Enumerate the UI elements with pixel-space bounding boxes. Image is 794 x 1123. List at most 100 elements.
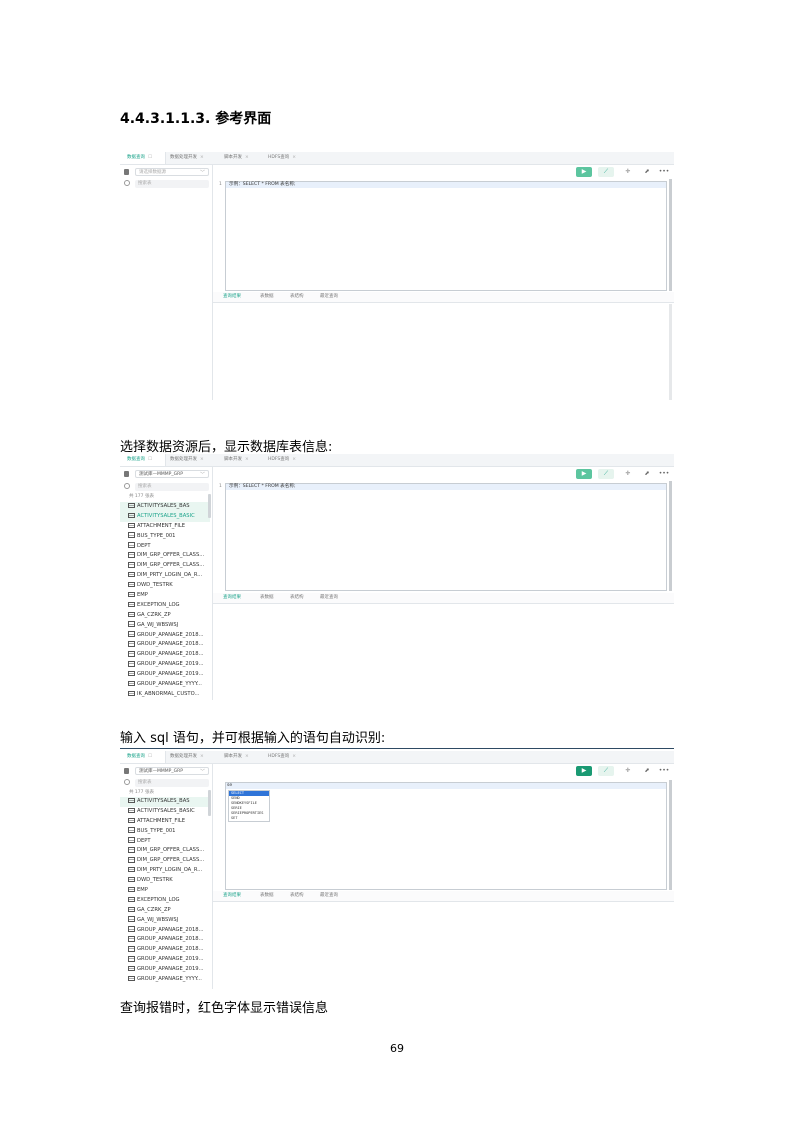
autocomplete-item[interactable]: SET (229, 816, 269, 821)
table-list-item[interactable]: DIM_GRP_OFFER_CLASS... (120, 561, 210, 571)
table-list-item[interactable]: DIM_GRP_OFFER_CLASS... (120, 551, 210, 561)
close-icon[interactable]: × (245, 457, 249, 462)
fullscreen-button[interactable]: ✛ (620, 469, 636, 479)
tab-data-processing[interactable]: 数据处理开发 × (170, 454, 204, 466)
table-list-item[interactable]: BUS_TYPE_001 (120, 827, 210, 837)
close-icon[interactable]: × (245, 155, 249, 160)
close-icon[interactable]: × (245, 754, 249, 759)
format-button[interactable]: ⟋ (598, 469, 614, 479)
table-list-item[interactable]: EXCEPTION_LOG (120, 896, 210, 906)
table-search-input[interactable]: 搜索表 (135, 483, 209, 491)
tab-query-result[interactable]: 查询结果 (223, 292, 241, 302)
table-list-item[interactable]: GROUP_APANAGE_YYYY... (120, 975, 210, 985)
more-button[interactable]: ••• (656, 167, 672, 177)
run-button[interactable]: ▶ (576, 469, 592, 479)
fullscreen-button[interactable]: ✛ (620, 766, 636, 776)
tab-script-dev[interactable]: 脚本开发 × (224, 751, 249, 763)
result-scrollbar[interactable] (669, 304, 672, 400)
table-list-item[interactable]: ACTIVITYSALES_BAS (120, 502, 210, 512)
tab-table-structure[interactable]: 表结构 (290, 292, 304, 302)
tab-hdfs-query[interactable]: HDFS查询 × (268, 152, 296, 164)
close-icon[interactable]: × (292, 457, 296, 462)
table-list-item[interactable]: ATTACHMENT_FILE (120, 522, 210, 532)
close-icon[interactable]: × (200, 155, 204, 160)
table-list-item[interactable]: EXCEPTION_LOG (120, 601, 210, 611)
tab-recent-queries[interactable]: 最近查询 (320, 891, 338, 901)
tab-data-query[interactable]: 数据查询 ☐ (120, 454, 166, 466)
run-button[interactable]: ▶ (576, 766, 592, 776)
table-list-item[interactable]: GROUP_APANAGE_2018... (120, 650, 210, 660)
tab-table-data[interactable]: 表数据 (260, 593, 274, 603)
editor-scrollbar[interactable] (669, 481, 672, 591)
fullscreen-button[interactable]: ✛ (620, 167, 636, 177)
tab-script-dev[interactable]: 脚本开发 × (224, 454, 249, 466)
table-list-scrollbar[interactable] (208, 494, 211, 518)
table-list-item[interactable]: DEPT (120, 837, 210, 847)
table-list-item[interactable]: GROUP_APANAGE_2019... (120, 670, 210, 680)
editor-scrollbar[interactable] (669, 780, 672, 890)
table-list-item[interactable]: GROUP_APANAGE_2019... (120, 660, 210, 670)
tab-hdfs-query[interactable]: HDFS查询 × (268, 454, 296, 466)
export-button[interactable]: ⬈ (639, 167, 655, 177)
close-icon[interactable]: × (292, 754, 296, 759)
tab-hdfs-query[interactable]: HDFS查询 × (268, 751, 296, 763)
table-list-item[interactable]: GROUP_APANAGE_2018... (120, 631, 210, 641)
close-icon[interactable]: × (200, 754, 204, 759)
close-icon[interactable]: ☐ (148, 754, 152, 759)
format-button[interactable]: ⟋ (598, 167, 614, 177)
close-icon[interactable]: ☐ (148, 457, 152, 462)
tab-table-structure[interactable]: 表结构 (290, 593, 304, 603)
tab-data-query[interactable]: 数据查询 ☐ (120, 152, 166, 164)
table-list-item[interactable]: GA_WJ_WBSWSJ (120, 621, 210, 631)
table-list-item[interactable]: EMP (120, 886, 210, 896)
table-list-item[interactable]: GROUP_APANAGE_2018... (120, 926, 210, 936)
datasource-select[interactable]: 测试库—MMMP_GRP ﹀ (135, 470, 209, 478)
tab-data-processing[interactable]: 数据处理开发 × (170, 751, 204, 763)
datasource-select[interactable]: 请选择数据源 ﹀ (135, 168, 209, 176)
table-list-item[interactable]: GROUP_APANAGE_2019... (120, 965, 210, 975)
table-list-item[interactable]: GROUP_APANAGE_2018... (120, 945, 210, 955)
tab-query-result[interactable]: 查询结果 (223, 891, 241, 901)
more-button[interactable]: ••• (656, 766, 672, 776)
sql-editor[interactable]: 1 示例：SELECT * FROM 表名称; (219, 483, 667, 591)
table-list-item[interactable]: GROUP_APANAGE_2018... (120, 640, 210, 650)
table-list-item[interactable]: ACTIVITYSALES_BAS (120, 797, 210, 807)
tab-table-data[interactable]: 表数据 (260, 292, 274, 302)
tab-script-dev[interactable]: 脚本开发 × (224, 152, 249, 164)
table-list-item[interactable]: GROUP_APANAGE_YYYY... (120, 680, 210, 690)
run-button[interactable]: ▶ (576, 167, 592, 177)
tab-data-query[interactable]: 数据查询 ☐ (120, 751, 166, 763)
table-list-item[interactable]: GROUP_APANAGE_2019... (120, 955, 210, 965)
close-icon[interactable]: ☐ (148, 155, 152, 160)
datasource-select[interactable]: 测试库—MMMP_GRP ﹀ (135, 767, 209, 775)
table-list-item[interactable]: GROUP_APANAGE_2018... (120, 935, 210, 945)
export-button[interactable]: ⬈ (639, 766, 655, 776)
tab-table-structure[interactable]: 表结构 (290, 891, 304, 901)
table-list-item[interactable]: DIM_GRP_OFFER_CLASS... (120, 846, 210, 856)
table-list-item[interactable]: DIM_GRP_OFFER_CLASS... (120, 856, 210, 866)
table-list-item[interactable]: GA_CZRK_ZP (120, 906, 210, 916)
tab-recent-queries[interactable]: 最近查询 (320, 593, 338, 603)
tab-table-data[interactable]: 表数据 (260, 891, 274, 901)
table-search-input[interactable]: 搜索表 (135, 180, 209, 188)
table-list-item[interactable]: GA_CZRK_ZP (120, 611, 210, 621)
table-list-item[interactable]: DEPT (120, 542, 210, 552)
table-list-item[interactable]: IK_ABNORMAL_CUSTO... (120, 690, 210, 700)
table-list-item[interactable]: DIM_PRTY_LOGIN_OA_R... (120, 866, 210, 876)
table-search-input[interactable]: 搜索表 (135, 779, 209, 787)
table-list-item[interactable]: ACTIVITYSALES_BASIC (120, 807, 210, 817)
table-list-item[interactable]: DWD_TESTRK (120, 581, 210, 591)
table-list-item[interactable]: DWD_TESTRK (120, 876, 210, 886)
tab-recent-queries[interactable]: 最近查询 (320, 292, 338, 302)
editor-scrollbar[interactable] (669, 179, 672, 291)
table-list-item[interactable]: EMP (120, 591, 210, 601)
more-button[interactable]: ••• (656, 469, 672, 479)
table-list-scrollbar[interactable] (208, 790, 211, 816)
tab-query-result[interactable]: 查询结果 (223, 593, 241, 603)
tab-data-processing[interactable]: 数据处理开发 × (170, 152, 204, 164)
close-icon[interactable]: × (200, 457, 204, 462)
export-button[interactable]: ⬈ (639, 469, 655, 479)
sql-editor[interactable]: se SELECT SEND SENDKEYSFILE SERIE SERIEPROPE… (225, 782, 667, 890)
table-list-item[interactable]: BUS_TYPE_001 (120, 532, 210, 542)
table-list-item[interactable]: ATTACHMENT_FILE (120, 817, 210, 827)
